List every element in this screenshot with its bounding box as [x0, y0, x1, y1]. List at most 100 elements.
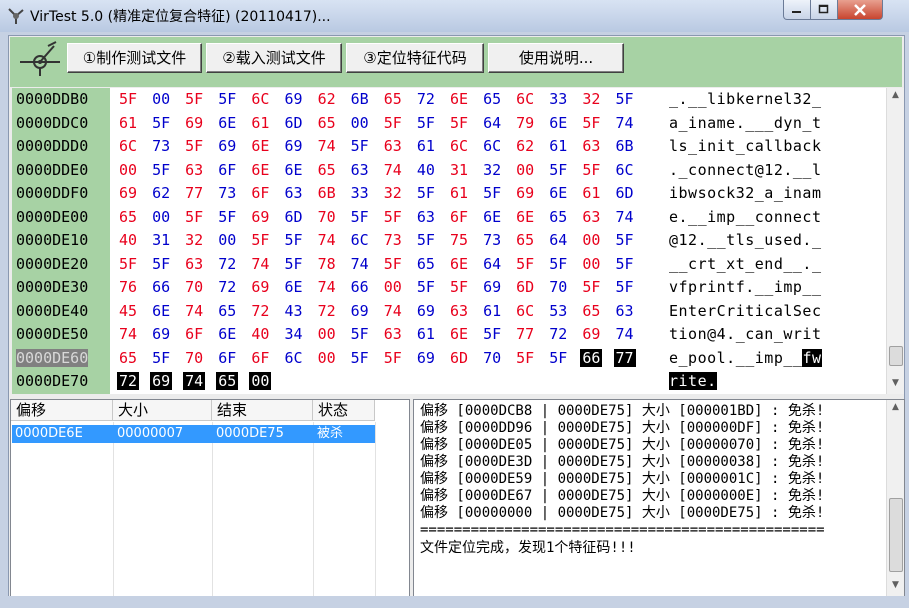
hex-byte[interactable]: 6C: [514, 90, 536, 108]
hex-scroll-thumb[interactable]: [889, 346, 903, 366]
hex-byte[interactable]: 65: [117, 208, 139, 226]
hex-byte[interactable]: 5F: [481, 184, 503, 202]
hex-byte[interactable]: 00: [150, 90, 172, 108]
hex-byte[interactable]: 61: [448, 184, 470, 202]
hex-byte[interactable]: 72: [415, 90, 437, 108]
scroll-down-icon[interactable]: ▼: [887, 378, 904, 388]
hex-byte[interactable]: 5F: [448, 114, 470, 132]
hex-byte[interactable]: 31: [150, 231, 172, 249]
hex-byte[interactable]: 65: [580, 302, 602, 320]
hex-byte[interactable]: 74: [614, 208, 636, 226]
hex-byte[interactable]: 5F: [183, 137, 205, 155]
hex-byte[interactable]: 6E: [249, 137, 271, 155]
hex-byte[interactable]: 5F: [514, 255, 536, 273]
hex-byte[interactable]: 6D: [283, 114, 305, 132]
hex-byte[interactable]: 61: [117, 114, 139, 132]
hex-byte[interactable]: 74: [382, 302, 404, 320]
hex-byte[interactable]: 66: [349, 278, 371, 296]
hex-byte[interactable]: 6C: [283, 349, 305, 367]
hex-byte[interactable]: 69: [183, 114, 205, 132]
hex-byte[interactable]: 63: [183, 161, 205, 179]
hex-byte[interactable]: 62: [316, 90, 338, 108]
hex-byte[interactable]: 6E: [216, 325, 238, 343]
hex-byte[interactable]: 5F: [150, 114, 172, 132]
hex-byte[interactable]: 63: [415, 208, 437, 226]
hex-row[interactable]: 0000DDE0 00 5F 63 6F 6E 6E 65 63 74 40 31 32 00 5F 5F 6C…: [12, 159, 886, 182]
hex-byte[interactable]: 65: [481, 90, 503, 108]
hex-byte[interactable]: 73: [150, 137, 172, 155]
hex-byte[interactable]: 6D: [614, 184, 636, 202]
make-test-file-button[interactable]: ①制作测试文件: [67, 43, 202, 73]
hex-byte[interactable]: 69: [216, 137, 238, 155]
hex-byte[interactable]: 33: [349, 184, 371, 202]
hex-byte[interactable]: 6E: [481, 208, 503, 226]
hex-byte[interactable]: 6C: [448, 137, 470, 155]
hex-byte[interactable]: 6D: [448, 349, 470, 367]
hex-byte[interactable]: 69: [283, 90, 305, 108]
hex-byte[interactable]: 73: [382, 231, 404, 249]
hex-byte[interactable]: 64: [481, 255, 503, 273]
hex-byte[interactable]: 6F: [448, 208, 470, 226]
hex-byte[interactable]: 5F: [117, 255, 139, 273]
hex-byte[interactable]: 70: [547, 278, 569, 296]
ascii-text[interactable]: _.__libkernel32_: [669, 90, 822, 108]
results-list[interactable]: 偏移 大小 结束 状态 0000DE6E 00000007 0000DE75 被…: [10, 399, 410, 597]
hex-row[interactable]: 0000DE40 45 6E 74 65 72 43 72 69 74 69 63 61 6C 53 65 63…: [12, 300, 886, 323]
hex-byte[interactable]: 40: [117, 231, 139, 249]
hex-byte[interactable]: 5F: [283, 231, 305, 249]
hex-byte[interactable]: 32: [481, 161, 503, 179]
hex-byte[interactable]: 65: [382, 90, 404, 108]
hex-byte[interactable]: 5F: [580, 114, 602, 132]
hex-byte[interactable]: 69: [249, 208, 271, 226]
hex-byte[interactable]: 61: [415, 325, 437, 343]
hex-byte[interactable]: 5F: [614, 231, 636, 249]
hex-byte[interactable]: 72: [316, 302, 338, 320]
hex-byte[interactable]: 34: [283, 325, 305, 343]
hex-byte[interactable]: 61: [481, 302, 503, 320]
hex-byte[interactable]: 5F: [349, 349, 371, 367]
hex-byte[interactable]: 63: [580, 208, 602, 226]
hex-byte[interactable]: 62: [150, 184, 172, 202]
ascii-text[interactable]: @12.__tls_used._: [669, 231, 822, 249]
hex-byte[interactable]: 6D: [283, 208, 305, 226]
hex-byte[interactable]: 5F: [415, 278, 437, 296]
hex-byte[interactable]: 5F: [514, 349, 536, 367]
hex-byte[interactable]: 5F: [614, 255, 636, 273]
hex-byte[interactable]: 69: [117, 184, 139, 202]
hex-byte[interactable]: 40: [249, 325, 271, 343]
hex-byte[interactable]: 6B: [316, 184, 338, 202]
hex-byte[interactable]: 5F: [382, 208, 404, 226]
hex-byte[interactable]: 32: [382, 184, 404, 202]
hex-byte[interactable]: 00: [580, 255, 602, 273]
hex-byte[interactable]: 74: [249, 255, 271, 273]
hex-byte[interactable]: 5F: [283, 255, 305, 273]
hex-byte[interactable]: 65: [316, 114, 338, 132]
hex-row[interactable]: 0000DE50 74 69 6F 6E 40 34 00 5F 63 61 6E 5F 77 72 69 74…: [12, 323, 886, 346]
hex-byte[interactable]: 69: [580, 325, 602, 343]
hex-byte[interactable]: 63: [183, 255, 205, 273]
hex-byte[interactable]: 74: [349, 255, 371, 273]
hex-byte[interactable]: 72: [216, 278, 238, 296]
hex-byte[interactable]: 6E: [150, 302, 172, 320]
ascii-text[interactable]: vfprintf.__imp__: [669, 278, 822, 296]
hex-byte[interactable]: 69: [415, 302, 437, 320]
hex-byte[interactable]: 5F: [216, 90, 238, 108]
hex-byte[interactable]: 5F: [547, 349, 569, 367]
help-button[interactable]: 使用说明...: [488, 43, 624, 73]
hex-byte[interactable]: 63: [448, 302, 470, 320]
hex-byte[interactable]: 75: [448, 231, 470, 249]
ascii-text[interactable]: e.__imp__connect: [669, 208, 822, 226]
hex-byte[interactable]: 5F: [614, 278, 636, 296]
hex-byte[interactable]: 45: [117, 302, 139, 320]
hex-byte[interactable]: 00: [316, 349, 338, 367]
hex-byte[interactable]: 6C: [249, 90, 271, 108]
column-header-offset[interactable]: 偏移: [11, 400, 113, 421]
ascii-text[interactable]: ls_init_callback: [669, 137, 822, 155]
column-header-size[interactable]: 大小: [113, 400, 212, 421]
hex-byte[interactable]: 77: [613, 348, 636, 367]
hex-byte[interactable]: 61: [580, 184, 602, 202]
hex-byte[interactable]: 6E: [283, 161, 305, 179]
hex-byte[interactable]: 5F: [614, 90, 636, 108]
hex-byte[interactable]: 00: [316, 325, 338, 343]
hex-byte[interactable]: 6C: [514, 302, 536, 320]
